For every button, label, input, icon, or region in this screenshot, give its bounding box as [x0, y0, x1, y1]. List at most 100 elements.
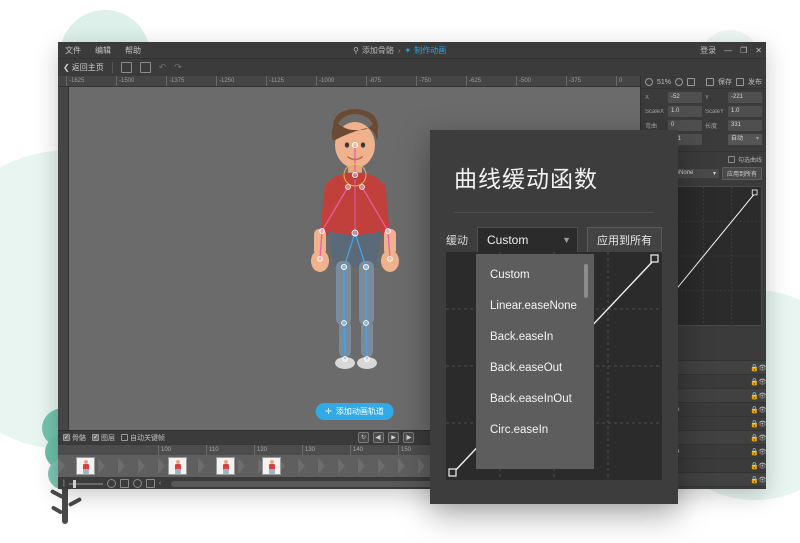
eye-icon[interactable]: 👁: [758, 420, 766, 428]
checkbox-box[interactable]: [121, 434, 128, 441]
new-file-icon[interactable]: [121, 62, 132, 73]
menu-file[interactable]: 文件: [58, 42, 88, 59]
redo-icon[interactable]: ↷: [174, 62, 182, 73]
eye-icon[interactable]: 👁: [758, 476, 766, 484]
property-value-input[interactable]: -52: [668, 92, 702, 103]
slider-knob[interactable]: [73, 480, 76, 488]
thumbnail-figure-part: [269, 469, 275, 474]
lock-icon[interactable]: 🔒: [750, 364, 758, 372]
keyframe-thumbnail[interactable]: [76, 457, 95, 475]
scroll-left-icon[interactable]: ‹: [159, 480, 161, 487]
property-value-input[interactable]: 331: [728, 120, 762, 131]
eye-icon[interactable]: 👁: [758, 434, 766, 442]
lock-icon[interactable]: 🔒: [750, 476, 758, 484]
add-keyframe-icon[interactable]: [133, 479, 142, 488]
eye-icon[interactable]: 👁: [758, 392, 766, 400]
property-label: ScaleX: [645, 109, 666, 115]
timeline-checkbox[interactable]: ✓骨骼: [63, 433, 86, 443]
curve-apply-all-button[interactable]: 应用到所有: [722, 167, 762, 180]
lock-icon[interactable]: 🔒: [750, 462, 758, 470]
ease-select-value: Custom: [487, 233, 528, 247]
prev-frame-button[interactable]: ◀|: [373, 432, 384, 443]
publish-icon[interactable]: [736, 78, 744, 86]
lock-icon[interactable]: 🔒: [750, 406, 758, 414]
checkbox-box[interactable]: ✓: [63, 434, 70, 441]
thumbnail-figure-part: [223, 469, 229, 474]
minimize-icon[interactable]: —: [724, 46, 732, 55]
tab-animate[interactable]: ✦ 制作动画: [405, 45, 447, 56]
eye-icon[interactable]: 👁: [758, 406, 766, 414]
apply-to-all-button[interactable]: 应用到所有: [587, 227, 662, 253]
zoom-out-icon[interactable]: [645, 78, 653, 86]
save-label[interactable]: 保存: [718, 77, 732, 87]
lock-icon[interactable]: 🔒: [750, 434, 758, 442]
play-button[interactable]: ▶: [388, 432, 399, 443]
dropdown-scrollbar[interactable]: [584, 264, 588, 298]
back-to-home-button[interactable]: ❮ 返回主页: [63, 62, 104, 73]
ruler-tick: -375: [566, 76, 581, 87]
stop-icon[interactable]: [120, 479, 129, 488]
ease-dropdown-option[interactable]: Circ.easeIn: [476, 415, 594, 446]
copy-icon[interactable]: [140, 62, 151, 73]
window-controls: 登录 — ❐ ✕: [700, 42, 762, 59]
eye-icon[interactable]: 👁: [758, 448, 766, 456]
loop-button[interactable]: ↻: [358, 432, 369, 443]
undo-icon[interactable]: ↶: [159, 62, 167, 73]
close-icon[interactable]: ✕: [755, 46, 762, 55]
tab-add-bones[interactable]: ⚲ 添加骨骼: [353, 45, 394, 56]
account-button[interactable]: 登录: [700, 45, 716, 56]
auto-select[interactable]: 自动▾: [728, 134, 762, 145]
ruler-tick: 0: [616, 76, 622, 87]
ease-select[interactable]: Custom ▼: [477, 227, 578, 253]
menu-help[interactable]: 帮助: [118, 42, 148, 59]
property-cell: ScaleX1.0: [645, 106, 702, 117]
maximize-icon[interactable]: ❐: [740, 46, 747, 55]
property-value-input[interactable]: 1.0: [668, 106, 702, 117]
ruler-tick: -1375: [166, 76, 184, 87]
publish-label[interactable]: 发布: [748, 77, 762, 87]
ease-dropdown-list[interactable]: CustomLinear.easeNoneBack.easeInBack.eas…: [476, 254, 594, 469]
ease-dropdown-option[interactable]: Back.easeOut: [476, 353, 594, 384]
property-cell: Y-221: [705, 92, 762, 103]
lock-icon[interactable]: 🔒: [750, 378, 758, 386]
tab-add-bones-label: 添加骨骼: [362, 45, 394, 56]
ease-dropdown-option[interactable]: Back.easeInOut: [476, 384, 594, 415]
add-animation-track-button[interactable]: ✛ 添加动画轨道: [315, 403, 394, 420]
checkbox-box[interactable]: ✓: [92, 434, 99, 441]
fit-screen-icon[interactable]: [687, 78, 695, 86]
keyframe-thumbnail[interactable]: [216, 457, 235, 475]
keyframe-thumbnail[interactable]: [168, 457, 187, 475]
eye-icon[interactable]: 👁: [758, 462, 766, 470]
timeline-checkbox[interactable]: ✓图层: [92, 433, 115, 443]
record-icon[interactable]: [107, 479, 116, 488]
lock-icon[interactable]: 🔒: [750, 392, 758, 400]
track-chevron: [98, 458, 105, 474]
track-chevron: [418, 458, 425, 474]
ruler-tick: -1250: [216, 76, 234, 87]
dialog-controls: 缓动 Custom ▼ 应用到所有: [430, 213, 678, 253]
lock-icon[interactable]: 🔒: [750, 420, 758, 428]
character-rig[interactable]: [260, 101, 450, 391]
timeline-zoom-slider[interactable]: [69, 483, 103, 485]
timeline-checkbox[interactable]: 自动关键帧: [121, 433, 165, 443]
eye-icon[interactable]: 👁: [758, 364, 766, 372]
ease-label: 缓动: [446, 232, 468, 248]
property-value-input[interactable]: -221: [728, 92, 762, 103]
lock-icon[interactable]: 🔒: [750, 448, 758, 456]
property-value-input[interactable]: 1.0: [728, 106, 762, 117]
eye-icon[interactable]: 👁: [758, 378, 766, 386]
menu-edit[interactable]: 编辑: [88, 42, 118, 59]
next-frame-button[interactable]: |▶: [403, 432, 414, 443]
save-icon[interactable]: [706, 78, 714, 86]
checkbox-label: 自动关键帧: [130, 433, 165, 443]
track-chevron: [158, 458, 165, 474]
target-icon[interactable]: [675, 78, 683, 86]
keyframe-thumbnail[interactable]: [262, 457, 281, 475]
ease-dropdown-option[interactable]: Custom: [476, 260, 594, 291]
ease-dropdown-option[interactable]: Linear.easeNone: [476, 291, 594, 322]
ease-dropdown-option[interactable]: Back.easeIn: [476, 322, 594, 353]
curve-checkbox[interactable]: [728, 156, 735, 163]
timeline-tick: 140: [350, 445, 363, 455]
toolbar-divider: [112, 62, 113, 73]
delete-keyframe-icon[interactable]: [146, 479, 155, 488]
